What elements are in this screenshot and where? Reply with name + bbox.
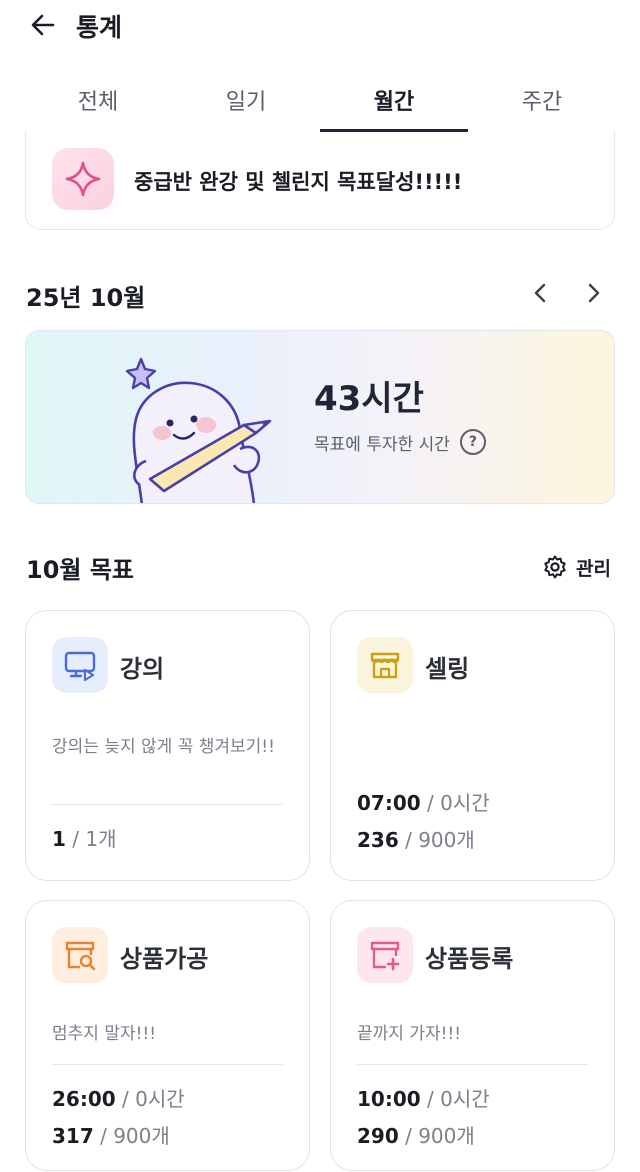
goal-description: 강의는 늦지 않게 꼭 챙겨보기!! (52, 737, 275, 757)
product-add-icon (370, 941, 400, 971)
goal-count-value: 317 (52, 1124, 94, 1148)
goal-time-target: / 0시간 (420, 791, 490, 815)
next-month-button[interactable] (580, 280, 606, 306)
goal-count: 317 / 900개 (52, 1120, 170, 1149)
page-title: 통계 (76, 13, 123, 42)
goal-icon-box (52, 637, 108, 693)
goal-icon-box (52, 927, 108, 983)
goal-time-target: / 0시간 (420, 1087, 490, 1111)
total-hours: 43시간 (314, 379, 424, 419)
goal-card-selling[interactable]: 셀링 07:00 / 0시간 236 / 900개 (330, 610, 615, 881)
goal-count-value: 1 (52, 827, 66, 851)
divider (52, 1064, 283, 1065)
goal-count-value: 290 (357, 1124, 399, 1148)
goal-time-value: 07:00 (357, 791, 421, 815)
arrow-left-icon (31, 14, 55, 36)
divider (52, 804, 283, 805)
back-button[interactable] (28, 10, 58, 40)
goal-icon-box (52, 148, 114, 210)
goal-card-product-processing[interactable]: 상품가공 멈추지 말자!!! 26:00 / 0시간 317 / 900개 (25, 900, 310, 1171)
tab-diary[interactable]: 일기 (172, 76, 320, 132)
goal-count-target: / 900개 (398, 1124, 475, 1148)
tab-weekly[interactable]: 주간 (468, 76, 616, 132)
goal-text: 중급반 완강 및 첼린지 목표달성!!!!! (134, 170, 463, 194)
manage-button[interactable]: 관리 (542, 552, 611, 582)
mascot-illustration (125, 357, 272, 503)
goal-count: 1 / 1개 (52, 823, 117, 852)
monitor-play-icon (64, 651, 96, 682)
month-label: 25년 10월 (26, 284, 146, 312)
store-icon (370, 652, 400, 679)
goal-description: 멈추지 말자!!! (52, 1024, 157, 1044)
goal-count: 290 / 900개 (357, 1120, 475, 1149)
goal-name: 셀링 (425, 655, 470, 683)
goals-section-title: 10월 목표 (26, 556, 134, 584)
help-icon[interactable]: ? (459, 429, 486, 455)
time-summary-card: 43시간 목표에 투자한 시간 ? (25, 330, 615, 504)
tab-bar: 전체 일기 월간 주간 (24, 76, 616, 132)
goal-count-target: / 1개 (65, 827, 117, 851)
goal-time: 10:00 / 0시간 (357, 1083, 490, 1112)
goal-description: 끝까지 가자!!! (357, 1024, 462, 1044)
goal-name: 상품가공 (120, 945, 209, 973)
gear-icon (544, 555, 566, 579)
chevron-left-icon (534, 283, 546, 303)
goal-time-target: / 0시간 (115, 1087, 185, 1111)
goal-icon-box (357, 637, 413, 693)
prev-month-button[interactable] (528, 280, 554, 306)
goal-time-value: 10:00 (357, 1087, 421, 1111)
goal-name: 강의 (120, 655, 165, 683)
goal-count-value: 236 (357, 828, 399, 852)
goal-time: 26:00 / 0시간 (52, 1083, 185, 1112)
tab-monthly[interactable]: 월간 (320, 76, 468, 132)
divider (357, 1064, 588, 1065)
goal-card-lecture[interactable]: 강의 강의는 늦지 않게 꼭 챙겨보기!! 1 / 1개 (25, 610, 310, 881)
goal-time-value: 26:00 (52, 1087, 116, 1111)
goal-name: 상품등록 (425, 945, 514, 973)
goal-count: 236 / 900개 (357, 824, 475, 853)
header: 통계 (0, 0, 640, 56)
sparkle-icon (65, 161, 101, 197)
tab-all[interactable]: 전체 (24, 76, 172, 132)
goal-time: 07:00 / 0시간 (357, 787, 490, 816)
goal-count-target: / 900개 (93, 1124, 170, 1148)
goal-card-product-registration[interactable]: 상품등록 끝까지 가자!!! 10:00 / 0시간 290 / 900개 (330, 900, 615, 1171)
goal-count-target: / 900개 (398, 828, 475, 852)
goal-banner[interactable]: 중급반 완강 및 첼린지 목표달성!!!!! (25, 130, 615, 230)
hours-caption: 목표에 투자한 시간 ? (314, 429, 486, 455)
manage-label: 관리 (576, 557, 611, 580)
hours-caption-text: 목표에 투자한 시간 (314, 434, 450, 455)
chevron-right-icon (588, 283, 600, 303)
product-search-icon (65, 941, 96, 971)
goal-icon-box (357, 927, 413, 983)
